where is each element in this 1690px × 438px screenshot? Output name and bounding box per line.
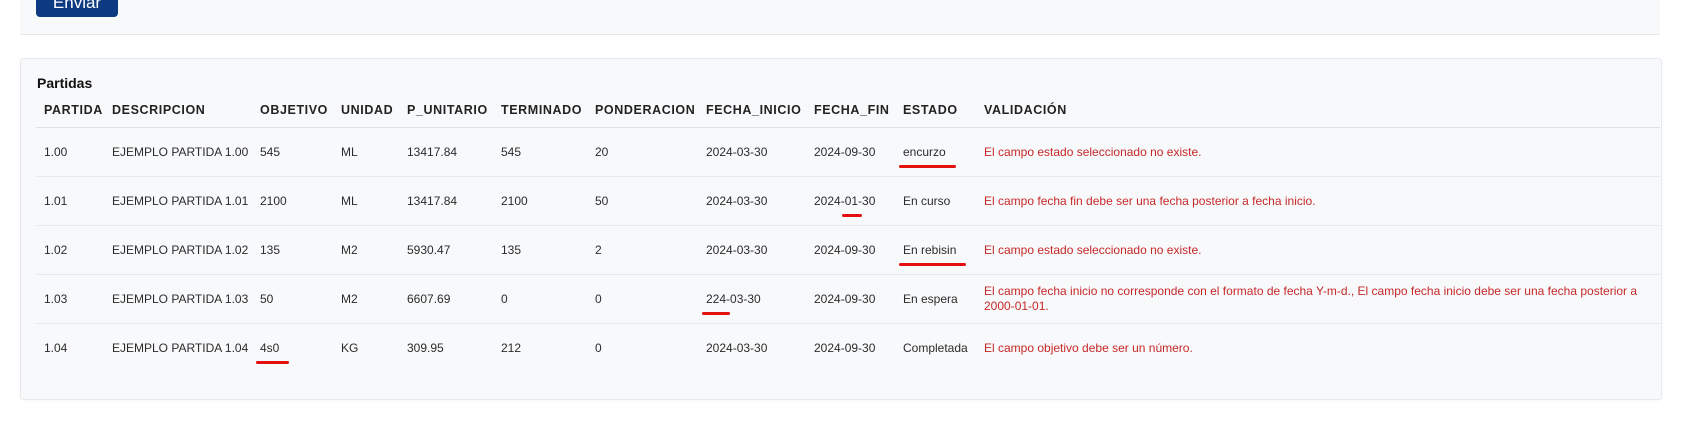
highlighted-value: 4s0 (255, 340, 290, 364)
cell-partida: 1.04 (44, 340, 68, 355)
cell-fecha-inicio: 2024-03-30 (706, 340, 768, 355)
cell-fecha-inicio: 2024-03-30 (698, 127, 806, 177)
cell-descripcion: EJEMPLO PARTIDA 1.04 (112, 340, 249, 355)
cell-objetivo: 4s0 (252, 324, 333, 373)
table-row: 1.02 EJEMPLO PARTIDA 1.02 135 M2 5930.47… (36, 225, 1660, 275)
cell-ponderacion: 2 (587, 225, 698, 275)
col-header-ponderacion: PONDERACION (587, 92, 698, 128)
cell-terminado: 212 (501, 340, 522, 355)
cell-ponderacion: 20 (587, 127, 698, 177)
cell-p-unitario: 13417.84 (399, 176, 493, 226)
cell-p-unitario: 6607.69 (399, 274, 493, 324)
cell-validacion-error: El campo fecha inicio no corresponde con… (976, 274, 1660, 324)
section-title: Partidas (37, 75, 93, 91)
highlighted-value: encurzo (899, 144, 956, 168)
cell-estado: En rebisin (895, 225, 976, 275)
cell-partida: 1.00 (36, 127, 104, 177)
cell-p-unitario: 5930.47 (399, 225, 493, 275)
table-row: 1.01 EJEMPLO PARTIDA 1.01 2100 ML 13417.… (36, 176, 1660, 226)
cell-partida: 1.02 (36, 225, 104, 275)
cell-p-unitario: 13417.84 (399, 127, 493, 177)
col-header-partida: PARTIDA (36, 92, 104, 128)
form-card: Enviar (20, 0, 1660, 35)
cell-objetivo: 545 (252, 127, 333, 177)
col-header-validacion: VALIDACIÓN (976, 92, 1660, 128)
cell-fecha-fin: 2024-09-30 (814, 340, 876, 355)
cell-validacion-error: El campo fecha fin debe ser una fecha po… (976, 176, 1660, 226)
table-row: 1.04 EJEMPLO PARTIDA 1.04 4s0 KG 309.95 … (36, 324, 1660, 373)
cell-estado: En curso (895, 176, 976, 226)
col-header-unidad: UNIDAD (333, 92, 399, 128)
cell-fecha-fin: 2024-01-30 (806, 176, 895, 226)
cell-ponderacion: 0 (587, 274, 698, 324)
highlighted-value: 2024-01-30 (814, 193, 876, 217)
cell-objetivo: 50 (252, 274, 333, 324)
cell-fecha-inicio: 2024-03-30 (698, 225, 806, 275)
col-header-estado: ESTADO (895, 92, 976, 128)
cell-validacion-error: El campo estado seleccionado no existe. (976, 225, 1660, 275)
cell-estado: encurzo (895, 127, 976, 177)
cell-validacion-error: El campo estado seleccionado no existe. (976, 127, 1660, 177)
cell-fecha-inicio: 224-03-30 (698, 274, 806, 324)
cell-descripcion: EJEMPLO PARTIDA 1.01 (104, 176, 252, 226)
partidas-table: PARTIDA DESCRIPCION OBJETIVO UNIDAD P_UN… (36, 92, 1660, 372)
cell-objetivo: 135 (252, 225, 333, 275)
cell-unidad: ML (333, 127, 399, 177)
cell-fecha-fin: 2024-09-30 (806, 274, 895, 324)
cell-descripcion: EJEMPLO PARTIDA 1.02 (104, 225, 252, 275)
cell-unidad: ML (333, 176, 399, 226)
cell-fecha-inicio: 2024-03-30 (698, 176, 806, 226)
table-row: 1.03 EJEMPLO PARTIDA 1.03 50 M2 6607.69 … (36, 274, 1660, 324)
cell-validacion-error: El campo objetivo debe ser un número. (984, 340, 1193, 355)
col-header-fecha-inicio: FECHA_INICIO (698, 92, 806, 128)
col-header-fecha-fin: FECHA_FIN (806, 92, 895, 128)
cell-unidad: M2 (333, 225, 399, 275)
col-header-p-unitario: P_UNITARIO (399, 92, 493, 128)
cell-estado: En espera (895, 274, 976, 324)
cell-terminado: 2100 (493, 176, 587, 226)
col-header-objetivo: OBJETIVO (252, 92, 333, 128)
cell-unidad: KG (341, 340, 359, 355)
cell-unidad: M2 (333, 274, 399, 324)
highlighted-value: En rebisin (898, 242, 967, 266)
cell-partida: 1.03 (36, 274, 104, 324)
table-header-row: PARTIDA DESCRIPCION OBJETIVO UNIDAD P_UN… (36, 92, 1660, 128)
highlighted-value: 224-03-30 (702, 291, 761, 315)
cell-fecha-fin: 2024-09-30 (806, 127, 895, 177)
cell-partida: 1.01 (36, 176, 104, 226)
col-header-terminado: TERMINADO (493, 92, 587, 128)
cell-ponderacion: 50 (587, 176, 698, 226)
cell-p-unitario: 309.95 (407, 340, 444, 355)
cell-fecha-fin: 2024-09-30 (806, 225, 895, 275)
cell-terminado: 135 (493, 225, 587, 275)
cell-estado: Completada (903, 340, 968, 355)
cell-objetivo: 2100 (252, 176, 333, 226)
col-header-descripcion: DESCRIPCION (104, 92, 252, 128)
submit-button[interactable]: Enviar (36, 0, 118, 17)
cell-descripcion: EJEMPLO PARTIDA 1.00 (104, 127, 252, 177)
cell-ponderacion: 0 (595, 340, 602, 355)
cell-descripcion: EJEMPLO PARTIDA 1.03 (104, 274, 252, 324)
cell-terminado: 0 (493, 274, 587, 324)
cell-terminado: 545 (493, 127, 587, 177)
table-row: 1.00 EJEMPLO PARTIDA 1.00 545 ML 13417.8… (36, 127, 1660, 177)
